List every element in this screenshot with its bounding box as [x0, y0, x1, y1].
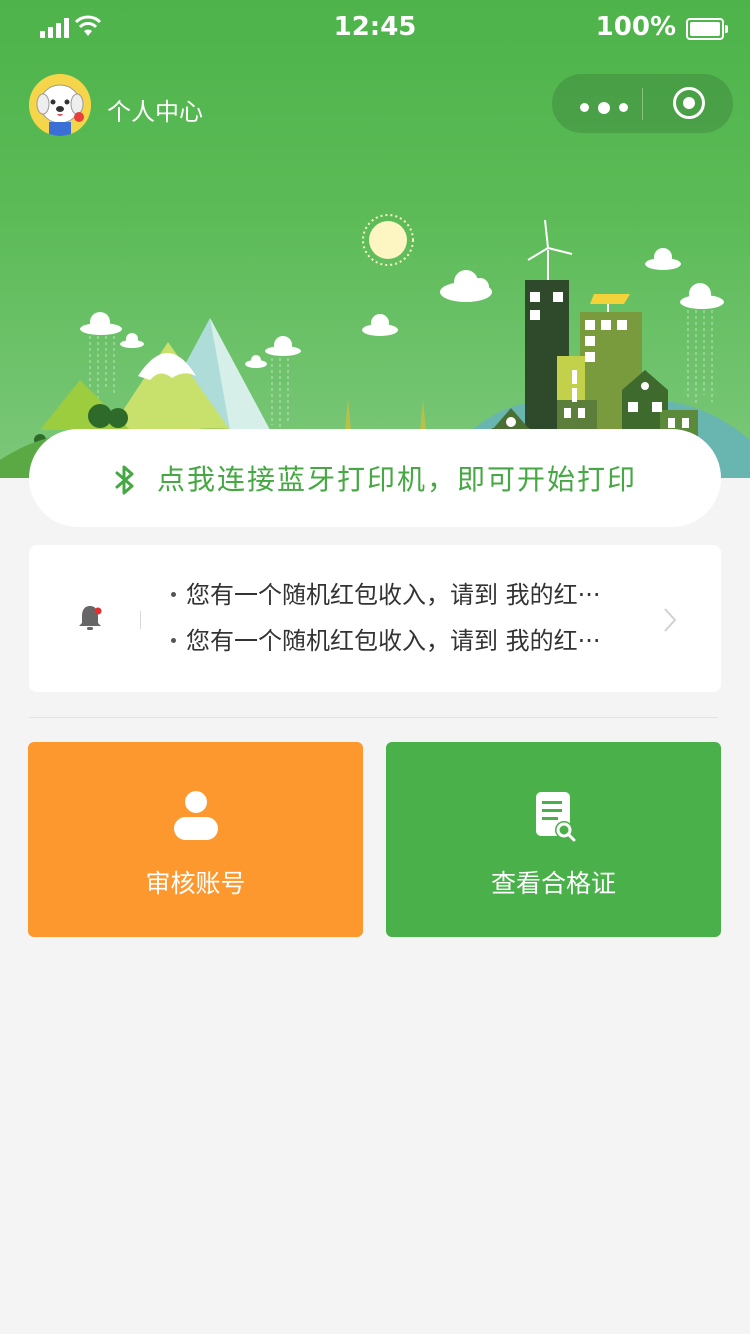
battery-percent: 100% [595, 12, 676, 42]
notice-list: 您有一个随机红包收入，请到 我的红··· 您有一个随机红包收入，请到 我的红··… [169, 577, 601, 669]
notice-panel[interactable]: 您有一个随机红包收入，请到 我的红··· 您有一个随机红包收入，请到 我的红··… [29, 545, 721, 692]
notice-divider [140, 611, 141, 629]
bluetooth-label: 点我连接蓝牙打印机，即可开始打印 [156, 463, 637, 496]
section-divider [29, 717, 718, 718]
audit-account-button[interactable]: 审核账号 [28, 742, 363, 937]
notice-item[interactable]: 您有一个随机红包收入，请到 我的红··· [169, 577, 601, 623]
nav-title: 个人中心 [107, 98, 203, 126]
user-icon [173, 791, 218, 840]
audit-account-label: 审核账号 [145, 869, 246, 898]
mini-program-capsule [552, 74, 733, 133]
status-bar: 12:45 100% [0, 0, 750, 56]
avatar[interactable] [29, 74, 91, 136]
notice-text: 您有一个随机红包收入，请到 我的红··· [186, 627, 601, 655]
chevron-right-icon[interactable] [663, 607, 677, 633]
bluetooth-icon [115, 465, 134, 495]
connect-bluetooth-button[interactable]: 点我连接蓝牙打印机，即可开始打印 [29, 429, 721, 527]
more-icon[interactable] [580, 97, 629, 116]
view-certificate-button[interactable]: 查看合格证 [386, 742, 721, 937]
battery-icon [686, 18, 728, 40]
notice-item[interactable]: 您有一个随机红包收入，请到 我的红··· [169, 623, 601, 669]
bell-icon [79, 606, 102, 630]
document-search-icon [535, 792, 575, 842]
dog-avatar-icon [29, 74, 91, 136]
header-banner: 12:45 100% 个人中心 [0, 0, 750, 478]
close-target-icon[interactable] [673, 87, 705, 119]
notice-text: 您有一个随机红包收入，请到 我的红··· [186, 581, 601, 609]
view-certificate-label: 查看合格证 [490, 869, 616, 898]
